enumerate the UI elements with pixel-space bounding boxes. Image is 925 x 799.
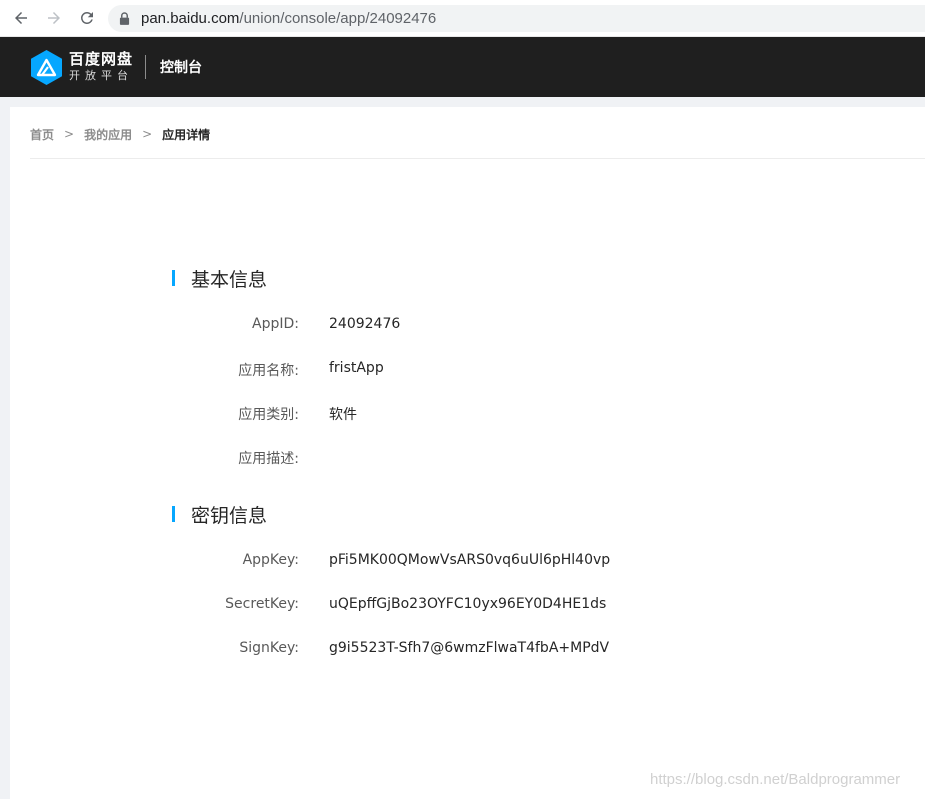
- nav-divider: [145, 55, 146, 79]
- arrow-right-icon: [48, 12, 60, 24]
- lock-icon: [119, 12, 131, 26]
- section-title: 密钥信息: [191, 504, 268, 527]
- field-label: AppKey:: [242, 552, 299, 568]
- field-value: fristApp: [329, 360, 384, 376]
- breadcrumb-separator: >: [142, 127, 153, 141]
- basic-info-heading: 基本信息: [172, 267, 268, 291]
- breadcrumb-current: 应用详情: [162, 127, 211, 142]
- key-row-appkey: AppKey: pFi5MK00QMowVsARS0vq6uUl6pHl40vp: [0, 552, 925, 570]
- field-label: 应用名称:: [238, 363, 299, 379]
- logo-title: 百度网盘: [69, 50, 134, 68]
- section-accent-bar: [172, 506, 175, 522]
- breadcrumb-home[interactable]: 首页: [30, 126, 54, 143]
- back-button[interactable]: [9, 6, 33, 30]
- info-row-app-name: 应用名称: fristApp: [0, 360, 925, 379]
- console-link[interactable]: 控制台: [160, 57, 202, 77]
- field-value[interactable]: g9i5523T-Sfh7@6wmzFlwaT4fbA+MPdV: [329, 640, 609, 656]
- key-info-heading: 密钥信息: [172, 503, 268, 527]
- logo-subtitle: 开放平台: [69, 69, 133, 82]
- field-value: 软件: [329, 407, 357, 423]
- arrow-left-icon: [15, 12, 27, 24]
- field-value[interactable]: uQEpffGjBo23OYFC10yx96EY0D4HE1ds: [329, 596, 606, 612]
- section-accent-bar: [172, 270, 175, 286]
- forward-button[interactable]: [42, 6, 66, 30]
- address-bar[interactable]: pan.baidu.com/union/console/app/24092476: [108, 5, 925, 32]
- url-text: pan.baidu.com/union/console/app/24092476: [141, 10, 436, 27]
- url-host: pan.baidu.com: [141, 10, 240, 27]
- info-row-app-category: 应用类别: 软件: [0, 404, 925, 423]
- info-row-appid: AppID: 24092476: [0, 316, 925, 334]
- field-label: SecretKey:: [225, 596, 299, 612]
- field-label: SignKey:: [239, 640, 299, 656]
- key-row-signkey: SignKey: g9i5523T-Sfh7@6wmzFlwaT4fbA+MPd…: [0, 640, 925, 658]
- breadcrumb-separator: >: [64, 127, 75, 141]
- field-label: AppID:: [252, 316, 299, 332]
- baidu-netdisk-logo-icon[interactable]: [29, 49, 64, 86]
- field-label: 应用描述:: [238, 451, 299, 467]
- breadcrumb: 首页 > 我的应用 > 应用详情: [30, 126, 210, 142]
- key-row-secretkey: SecretKey: uQEpffGjBo23OYFC10yx96EY0D4HE…: [0, 596, 925, 614]
- field-value[interactable]: pFi5MK00QMowVsARS0vq6uUl6pHl40vp: [329, 552, 610, 568]
- reload-button[interactable]: [75, 6, 99, 30]
- url-path: /union/console/app/24092476: [239, 10, 437, 27]
- field-value: 24092476: [329, 316, 401, 332]
- watermark: https://blog.csdn.net/Baldprogrammer: [650, 771, 901, 788]
- info-row-app-description: 应用描述:: [0, 448, 925, 467]
- top-navbar: 百度网盘 开放平台 控制台: [0, 37, 925, 97]
- field-label: 应用类别:: [238, 407, 299, 423]
- browser-toolbar: pan.baidu.com/union/console/app/24092476: [0, 0, 925, 37]
- reload-icon: [80, 11, 93, 24]
- breadcrumb-my-apps[interactable]: 我的应用: [84, 126, 132, 143]
- logo-text[interactable]: 百度网盘 开放平台: [69, 51, 133, 83]
- section-title: 基本信息: [191, 268, 268, 291]
- breadcrumb-divider: [30, 158, 925, 159]
